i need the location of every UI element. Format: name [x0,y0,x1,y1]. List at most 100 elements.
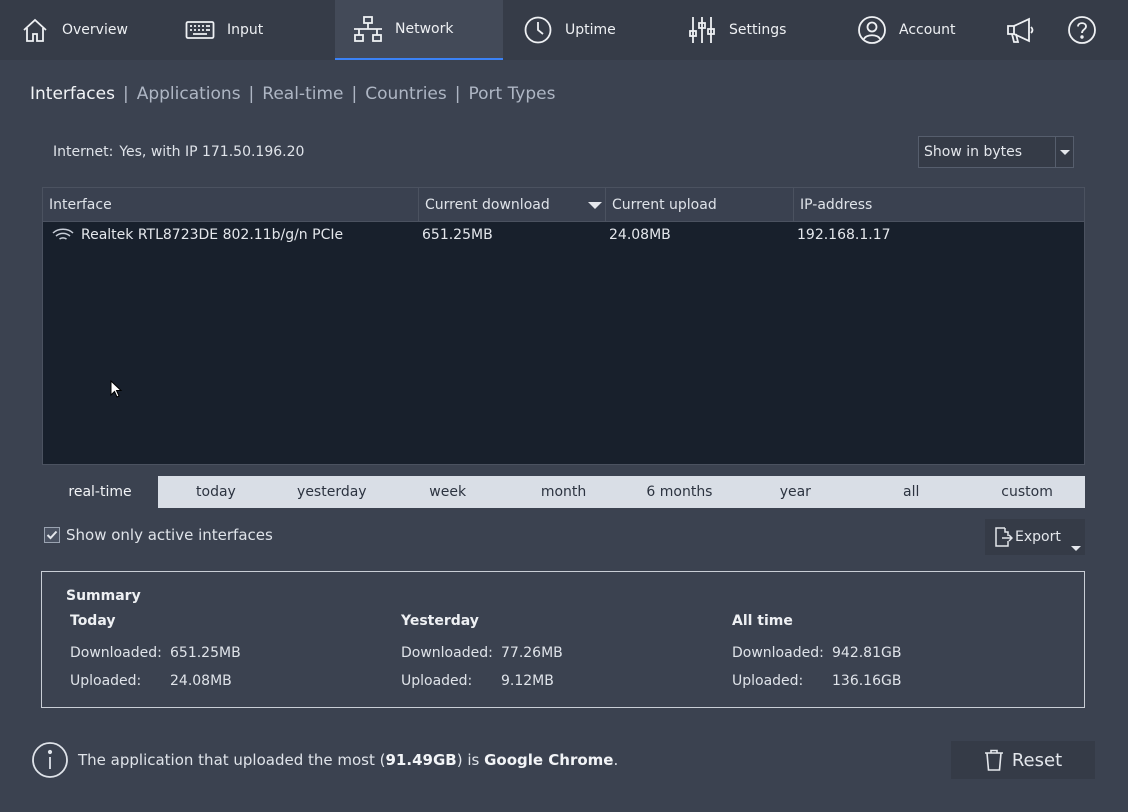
chevron-down-icon[interactable] [1071,546,1081,551]
cell-upload: 24.08MB [609,227,671,243]
subnav-applications[interactable]: Applications [137,84,241,104]
column-header-interface[interactable]: Interface [43,187,419,222]
info-prefix: The application that uploaded the most ( [78,751,386,769]
trash-icon [984,749,1003,771]
nav-settings[interactable]: Settings [669,0,837,60]
sort-descending-icon [588,201,602,209]
info-amount: 91.49GB [385,751,457,769]
summary-yesterday-downloaded: 77.26MB [501,645,563,661]
interface-name: Realtek RTL8723DE 802.11b/g/n PCIe [81,227,344,243]
summary-yesterday-downloaded-label: Downloaded: [401,645,493,661]
nav-account-label: Account [899,22,956,38]
summary-today-uploaded-label: Uploaded: [70,673,142,689]
time-range-tabs: real-time today yesterday week month 6 m… [42,476,1085,508]
subnav-separator: | [454,84,461,104]
units-select-arrow[interactable] [1055,137,1073,167]
info-suffix: . [613,751,619,769]
mouse-cursor-icon [110,380,123,398]
summary-yesterday-heading: Yesterday [401,613,479,629]
summary-title: Summary [66,588,141,604]
summary-all-time: All time Downloaded: 942.81GB Uploaded: 13… [732,613,901,695]
summary-all-time-uploaded-label: Uploaded: [732,673,804,689]
summary-all-time-downloaded: 942.81GB [832,645,902,661]
nav-settings-label: Settings [729,22,787,38]
summary-yesterday-uploaded-label: Uploaded: [401,673,473,689]
top-uploader-text: The application that uploaded the most (… [78,751,618,769]
units-select-value: Show in bytes [924,144,1023,160]
range-tab-today[interactable]: today [158,476,274,508]
summary-all-time-heading: All time [732,613,793,629]
nav-input[interactable]: Input [165,0,335,60]
nav-overview-label: Overview [62,22,128,38]
nav-account[interactable]: Account [837,0,993,60]
summary-today-downloaded-label: Downloaded: [70,645,162,661]
export-label: Export [1015,529,1061,545]
cell-ip: 192.168.1.17 [797,227,891,243]
summary-panel: Summary Today Downloaded: 651.25MB Upload… [41,571,1085,708]
export-button[interactable]: Export [985,519,1085,555]
internet-status: Internet: Yes, with IP 171.50.196.20 [53,144,304,160]
units-select[interactable]: Show in bytes [918,136,1074,168]
table-row[interactable]: Realtek RTL8723DE 802.11b/g/n PCIe 651.2… [43,222,1084,248]
nav-uptime[interactable]: Uptime [503,0,669,60]
network-icon [354,16,382,42]
range-tab-realtime[interactable]: real-time [42,476,158,508]
account-icon [858,16,886,44]
summary-today-downloaded: 651.25MB [170,645,241,661]
range-tab-6-months[interactable]: 6 months [622,476,738,508]
sub-navigation: Interfaces | Applications | Real-time | … [30,82,555,106]
nav-announcements[interactable] [993,0,1051,60]
range-tab-all[interactable]: all [853,476,969,508]
home-icon [23,18,47,42]
range-tab-custom[interactable]: custom [969,476,1085,508]
nav-network-label: Network [395,21,454,37]
column-header-upload[interactable]: Current upload [606,187,794,222]
active-interfaces-checkbox[interactable] [44,527,60,543]
subnav-countries[interactable]: Countries [365,84,447,104]
subnav-realtime[interactable]: Real-time [262,84,343,104]
sliders-icon [689,17,715,43]
subnav-port-types[interactable]: Port Types [468,84,555,104]
range-tab-yesterday[interactable]: yesterday [274,476,390,508]
wifi-icon [52,228,74,240]
table-header: Interface Current download Current uploa… [43,187,1084,222]
range-tab-week[interactable]: week [390,476,506,508]
keyboard-icon [185,21,215,39]
top-uploader-info: The application that uploaded the most (… [31,741,618,779]
subnav-separator: | [248,84,255,104]
summary-yesterday-uploaded: 9.12MB [501,673,554,689]
export-file-icon [995,527,1013,547]
nav-network[interactable]: Network [335,0,503,60]
nav-help[interactable] [1051,0,1111,60]
checkmark-icon [46,530,58,540]
summary-yesterday: Yesterday Downloaded: 77.26MB Uploaded: 9.… [401,613,563,695]
clock-icon [524,16,552,44]
top-navigation: Overview Input Network Uptime Settings A… [0,0,1128,60]
summary-all-time-uploaded: 136.16GB [832,673,902,689]
chevron-down-icon [1059,149,1070,155]
subnav-separator: | [351,84,358,104]
megaphone-icon [1007,17,1034,43]
nav-input-label: Input [227,22,264,38]
internet-value: Yes, with IP 171.50.196.20 [119,144,305,160]
active-interfaces-label: Show only active interfaces [66,526,273,544]
summary-today-heading: Today [70,613,116,629]
range-tab-year[interactable]: year [737,476,853,508]
range-tab-month[interactable]: month [506,476,622,508]
nav-uptime-label: Uptime [565,22,616,38]
subnav-separator: | [122,84,129,104]
reset-button[interactable]: Reset [951,741,1095,779]
summary-today-uploaded: 24.08MB [170,673,232,689]
nav-overview[interactable]: Overview [0,0,165,60]
reset-label: Reset [1011,749,1063,771]
column-header-download[interactable]: Current download [419,187,606,222]
subnav-interfaces[interactable]: Interfaces [30,84,115,104]
help-icon [1068,16,1096,44]
column-header-ip[interactable]: IP-address [794,188,1084,222]
column-header-download-label: Current download [425,196,550,213]
info-icon [32,742,68,778]
cell-download: 651.25MB [422,227,493,243]
active-interfaces-toggle[interactable]: Show only active interfaces [44,526,273,544]
info-middle: ) is [456,751,485,769]
summary-all-time-downloaded-label: Downloaded: [732,645,824,661]
